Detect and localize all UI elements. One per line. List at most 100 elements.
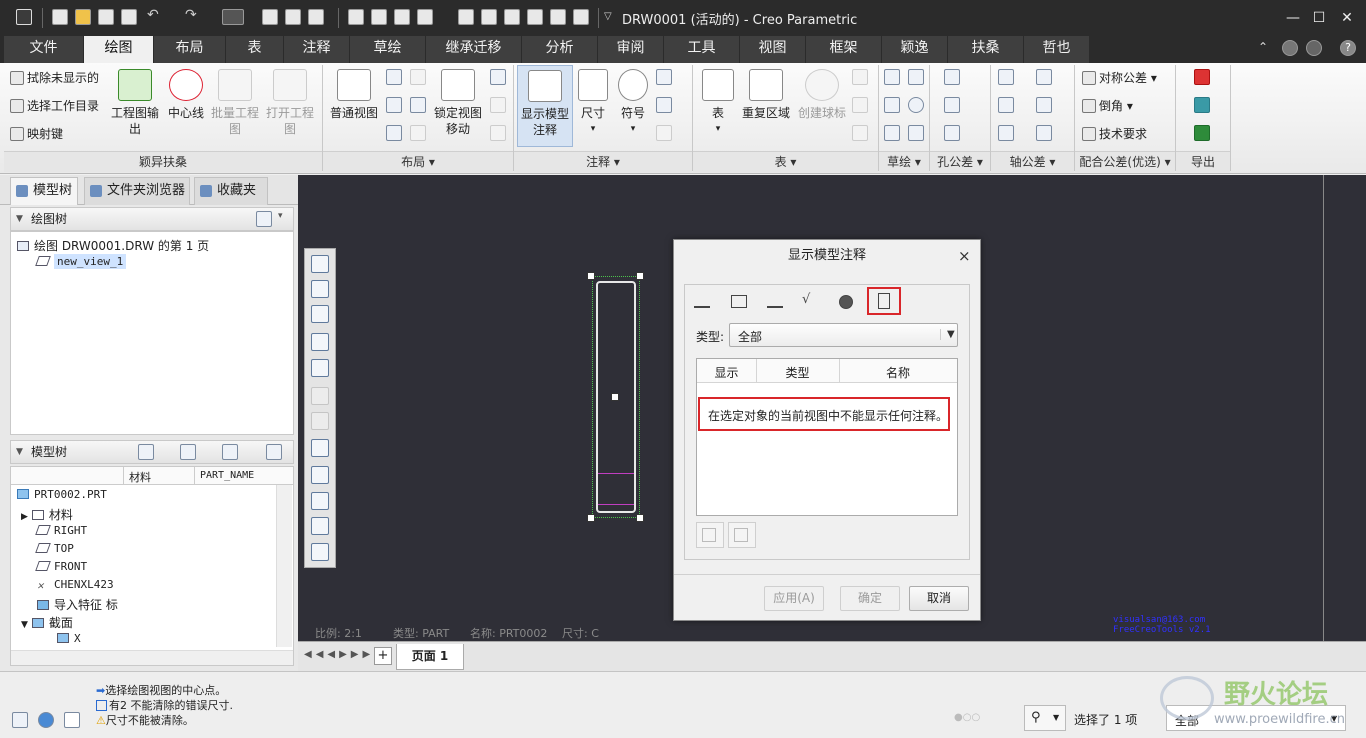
customize-dropdown-icon[interactable]: ▽ xyxy=(604,11,620,27)
select-box-icon[interactable] xyxy=(222,9,244,25)
tab-yingyi[interactable]: 颖逸 xyxy=(882,36,948,63)
edge-display-icon[interactable] xyxy=(490,125,506,141)
tab-surface-finish[interactable]: √ xyxy=(796,290,824,312)
tab-review[interactable]: 审阅 xyxy=(598,36,664,63)
column-material[interactable]: 材料 xyxy=(129,469,151,485)
ok-button[interactable]: 确定 xyxy=(840,586,900,611)
tree-item-section-x[interactable]: X xyxy=(57,632,81,645)
model-tree-vscrollbar[interactable] xyxy=(276,485,292,647)
hole-tol-icon[interactable] xyxy=(944,69,960,85)
general-view-button[interactable]: 普通视图 xyxy=(326,69,382,121)
tab-sketch[interactable]: 草绘 xyxy=(350,36,426,63)
chamfer-button[interactable]: 倒角 ▾ xyxy=(1082,97,1133,114)
tab-dimensions[interactable] xyxy=(688,290,716,312)
balloon-tool-icon[interactable] xyxy=(852,97,868,113)
balloon-tool-icon[interactable] xyxy=(852,69,868,85)
column-show[interactable]: 显示 xyxy=(697,364,756,381)
tab-datums[interactable] xyxy=(867,287,901,315)
tab-view[interactable]: 视图 xyxy=(740,36,806,63)
app-icon[interactable] xyxy=(16,9,32,25)
check-icon[interactable] xyxy=(656,125,672,141)
sketch-tool-icon[interactable] xyxy=(884,97,900,113)
zoom-fit-icon[interactable] xyxy=(311,255,329,273)
drawing-output-button[interactable]: 工程图输出 xyxy=(108,69,162,137)
annotation-list[interactable]: 显示 类型 名称 xyxy=(696,358,958,516)
page-navigation-icons[interactable]: ◀◀◀▶▶▶ xyxy=(304,649,374,660)
tab-drawing[interactable]: 绘图 xyxy=(84,36,154,63)
erase-icon[interactable] xyxy=(348,9,364,25)
expand-arrow-icon[interactable]: ▶ xyxy=(21,512,28,522)
tree-item-front[interactable]: FRONT xyxy=(35,560,87,573)
batch-drawing-button[interactable]: 批量工程图 xyxy=(210,69,260,137)
grid-icon[interactable] xyxy=(12,712,28,728)
tech-req-button[interactable]: 技术要求 xyxy=(1082,125,1147,142)
tab-model-tree[interactable]: 模型树 xyxy=(10,177,78,205)
dropdown-arrow-icon[interactable]: ▾ xyxy=(278,211,283,221)
tree-item-top[interactable]: TOP xyxy=(35,542,74,555)
drawing-tree-root[interactable]: 绘图 DRW0001.DRW 的第 1 页 xyxy=(17,237,209,254)
open-folder-icon[interactable] xyxy=(75,9,91,25)
eraser-icon[interactable] xyxy=(371,9,387,25)
regenerate-icon[interactable] xyxy=(262,9,278,25)
select-all-button[interactable] xyxy=(696,522,724,548)
tab-zheye[interactable]: 哲也 xyxy=(1024,36,1090,63)
tree-settings-icon[interactable] xyxy=(256,211,272,227)
surface-finish-icon[interactable] xyxy=(656,97,672,113)
point-icon[interactable] xyxy=(884,125,900,141)
dialog-close-button[interactable]: × xyxy=(958,247,971,265)
hole-tol-icon[interactable] xyxy=(944,125,960,141)
view-orient-icon[interactable] xyxy=(311,359,329,377)
drawing-tree-header[interactable]: 绘图树 xyxy=(10,207,294,231)
chevron-down-icon[interactable]: ▼ xyxy=(940,329,955,340)
drawing-tree-view[interactable]: new_view_1 xyxy=(35,254,127,269)
tree-item-material[interactable]: ▶ 材料 xyxy=(21,506,73,523)
tree-filter-icon[interactable] xyxy=(138,444,154,460)
repaint-icon[interactable] xyxy=(311,333,329,351)
open-drawing-button[interactable]: 打开工程图 xyxy=(264,69,316,137)
table-tool-icon[interactable] xyxy=(458,9,474,25)
tab-favorites[interactable]: 收藏夹 xyxy=(194,177,268,205)
add-page-button[interactable]: + xyxy=(374,647,392,665)
select-workdir-button[interactable]: 选择工作目录 xyxy=(10,97,99,114)
shaft-tol-icon[interactable] xyxy=(1036,97,1052,113)
selection-handle[interactable] xyxy=(636,514,644,522)
datum-display-icon[interactable] xyxy=(311,439,329,457)
selection-handle[interactable] xyxy=(587,272,595,280)
pdf-export-icon[interactable] xyxy=(1194,69,1210,85)
tree-show-icon[interactable] xyxy=(266,444,282,460)
tab-legacy-migration[interactable]: 继承迁移 xyxy=(426,36,522,63)
plane-display-icon[interactable] xyxy=(311,466,329,484)
minimize-button[interactable]: — xyxy=(1282,8,1304,28)
tree-item-csys[interactable]: ✕ CHENXL423 xyxy=(37,578,114,592)
revolve-view-icon[interactable] xyxy=(410,97,426,113)
detail-view-icon[interactable] xyxy=(410,69,426,85)
saved-views-icon[interactable] xyxy=(311,412,329,430)
settings-icon[interactable] xyxy=(1306,40,1322,56)
column-part-name[interactable]: PART_NAME xyxy=(200,470,254,481)
save-icon[interactable] xyxy=(98,9,114,25)
shaft-tol-icon[interactable] xyxy=(1036,125,1052,141)
browser-icon[interactable] xyxy=(38,712,54,728)
close-button[interactable]: ✕ xyxy=(1336,8,1358,28)
center-handle[interactable] xyxy=(611,393,619,401)
fullscreen-icon[interactable] xyxy=(64,712,80,728)
dimension-button[interactable]: 尺寸 ▾ xyxy=(576,69,610,137)
symbol-button[interactable]: 符号 ▾ xyxy=(614,69,652,137)
shaft-tol-icon[interactable] xyxy=(998,125,1014,141)
help-icon[interactable]: ? xyxy=(1340,40,1356,56)
clear-undisplayed-button[interactable]: 拭除未显示的 xyxy=(10,69,99,86)
display-style-icon[interactable] xyxy=(311,387,329,405)
tab-file[interactable]: 文件 xyxy=(4,36,84,63)
selection-handle[interactable] xyxy=(636,272,644,280)
view-tool-icon[interactable] xyxy=(550,9,566,25)
page-tab-1[interactable]: 页面 1 xyxy=(396,644,464,670)
tab-notes[interactable] xyxy=(761,290,789,312)
broken-view-icon[interactable] xyxy=(410,125,426,141)
note-tool-icon[interactable] xyxy=(417,9,433,25)
line-icon[interactable] xyxy=(908,69,924,85)
note-icon[interactable] xyxy=(656,69,672,85)
view-display-icon[interactable] xyxy=(490,69,506,85)
tree-columns-icon[interactable] xyxy=(180,444,196,460)
new-file-icon[interactable] xyxy=(52,9,68,25)
zoom-in-icon[interactable] xyxy=(311,280,329,298)
